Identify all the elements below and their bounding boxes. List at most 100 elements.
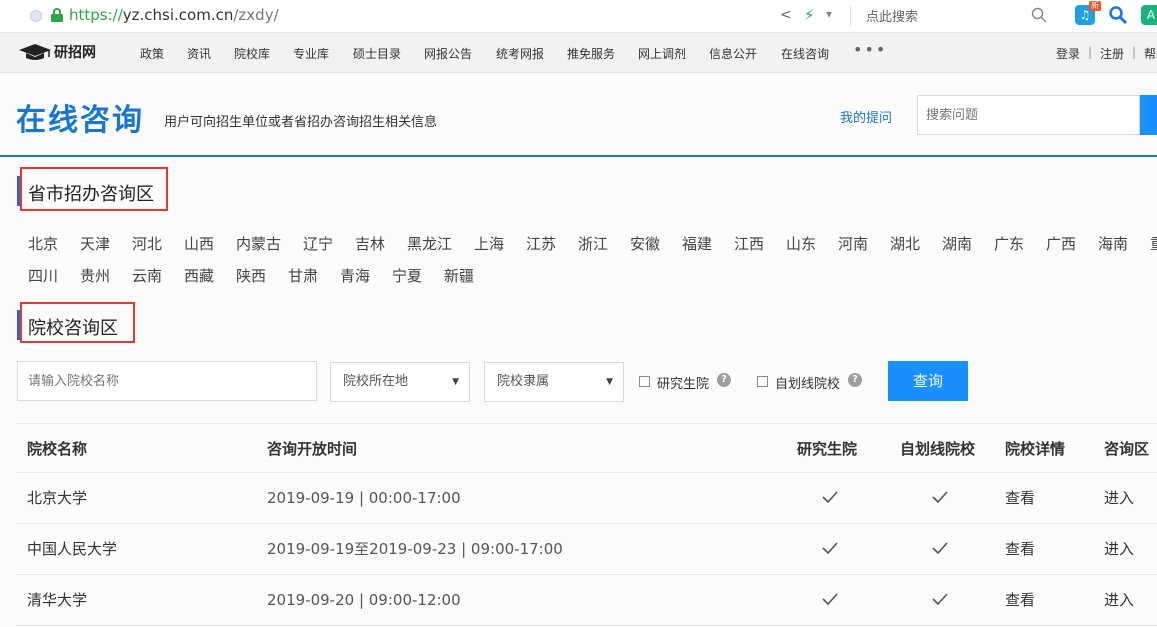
help-icon[interactable]: ?: [848, 373, 862, 387]
province-link[interactable]: 宁夏: [392, 265, 422, 286]
province-section-title: 省市招办咨询区: [28, 184, 154, 205]
check-icon: [822, 593, 838, 605]
self-line-checkbox[interactable]: [757, 376, 768, 387]
view-details-link[interactable]: 查看: [1005, 575, 1035, 625]
table-row: 北京大学 2019-09-19 | 00:00-17:00 查看 进入: [17, 473, 1157, 524]
lock-icon[interactable]: [51, 8, 63, 22]
school-name[interactable]: 中国人民大学: [27, 524, 117, 574]
check-icon: [822, 542, 838, 554]
affiliation-select[interactable]: 院校隶属 ▼: [484, 362, 624, 402]
help-icon[interactable]: ?: [717, 373, 731, 387]
province-link[interactable]: 云南: [132, 265, 162, 286]
province-link[interactable]: 江西: [734, 233, 764, 254]
province-link[interactable]: 广东: [994, 233, 1024, 254]
header-grad-school: 研究生院: [797, 440, 858, 458]
province-link[interactable]: 湖南: [942, 233, 972, 254]
nav-item-info-disclosure[interactable]: 信息公开: [709, 45, 757, 62]
province-link[interactable]: 海南: [1098, 233, 1128, 254]
province-link[interactable]: 辽宁: [303, 233, 333, 254]
my-questions-link[interactable]: 我的提问: [840, 107, 892, 126]
more-icon[interactable]: •••: [853, 40, 887, 59]
province-link[interactable]: 吉林: [355, 233, 385, 254]
province-link[interactable]: 福建: [682, 233, 712, 254]
translate-extension-icon[interactable]: A: [1141, 5, 1157, 25]
page-title: 在线咨询: [16, 103, 144, 138]
nav-item-adjustment[interactable]: 网上调剂: [638, 45, 686, 62]
search-icon[interactable]: [1031, 7, 1047, 23]
nav-item-online-consulting[interactable]: 在线咨询: [781, 45, 829, 62]
lightning-icon[interactable]: ⚡: [804, 6, 815, 24]
nav-item-master-catalog[interactable]: 硕士目录: [353, 45, 401, 62]
province-link[interactable]: 新疆: [444, 265, 474, 286]
graduation-cap-icon: [19, 44, 51, 60]
enter-zone-link[interactable]: 进入: [1104, 575, 1134, 625]
nav-item-news[interactable]: 资讯: [187, 45, 211, 62]
province-link[interactable]: 重庆: [1150, 233, 1157, 254]
enter-zone-link[interactable]: 进入: [1104, 473, 1134, 523]
province-link[interactable]: 河南: [838, 233, 868, 254]
province-link[interactable]: 安徽: [630, 233, 660, 254]
province-link[interactable]: 陕西: [236, 265, 266, 286]
school-name[interactable]: 北京大学: [27, 473, 87, 523]
extension-icon[interactable]: ♫ 新: [1075, 1, 1101, 25]
nav-item-registration-notice[interactable]: 网报公告: [424, 45, 472, 62]
site-logo[interactable]: 研招网: [18, 42, 96, 62]
province-link[interactable]: 广西: [1046, 233, 1076, 254]
page-subtitle: 用户可向招生单位或者省招办咨询招生相关信息: [164, 115, 438, 130]
check-icon: [822, 491, 838, 503]
grad-school-label: 研究生院: [657, 377, 710, 392]
dropdown-arrow-icon: ▼: [452, 377, 459, 387]
province-link[interactable]: 贵州: [80, 265, 110, 286]
nav-item-recommendation[interactable]: 推免服务: [567, 45, 615, 62]
province-link[interactable]: 山东: [786, 233, 816, 254]
open-time: 2019-09-19至2019-09-23 | 09:00-17:00: [267, 540, 563, 558]
province-link[interactable]: 内蒙古: [236, 233, 281, 254]
dropdown-arrow-icon: ▼: [606, 377, 613, 387]
header-zone: 咨询区: [1104, 440, 1150, 458]
question-search-button[interactable]: [1140, 95, 1157, 135]
search-extension-icon[interactable]: [1108, 5, 1128, 25]
help-link[interactable]: 帮助: [1144, 45, 1157, 62]
province-link[interactable]: 天津: [80, 233, 110, 254]
province-link[interactable]: 山西: [184, 233, 214, 254]
query-button[interactable]: 查询: [888, 361, 968, 401]
nav-item-school-library[interactable]: 院校库: [234, 45, 270, 62]
province-link[interactable]: 浙江: [578, 233, 608, 254]
province-link[interactable]: 黑龙江: [407, 233, 452, 254]
check-icon: [932, 491, 948, 503]
share-icon[interactable]: <: [780, 7, 792, 23]
nav-item-policy[interactable]: 政策: [140, 45, 164, 62]
register-link[interactable]: 注册: [1100, 45, 1124, 62]
province-link[interactable]: 上海: [474, 233, 504, 254]
school-name-input[interactable]: [17, 361, 317, 401]
province-link[interactable]: 青海: [340, 265, 370, 286]
province-link[interactable]: 甘肃: [288, 265, 318, 286]
login-link[interactable]: 登录: [1056, 45, 1080, 62]
view-details-link[interactable]: 查看: [1005, 524, 1035, 574]
open-time: 2019-09-20 | 09:00-12:00: [267, 591, 461, 609]
table-row: 清华大学 2019-09-20 | 09:00-12:00 查看 进入: [17, 575, 1157, 626]
browser-search-input[interactable]: 点此搜索: [866, 6, 918, 25]
logo-text: 研招网: [54, 45, 96, 61]
school-name[interactable]: 清华大学: [27, 575, 87, 625]
view-details-link[interactable]: 查看: [1005, 473, 1035, 523]
top-navigation: 研招网 政策 资讯 院校库 专业库 硕士目录 网报公告 统考网报 推免服务 网上…: [0, 33, 1157, 73]
table-body: 北京大学 2019-09-19 | 00:00-17:00 查看 进入 中国人民大学 20…: [17, 473, 1157, 626]
nav-item-exam-registration[interactable]: 统考网报: [496, 45, 544, 62]
province-link[interactable]: 河北: [132, 233, 162, 254]
location-select[interactable]: 院校所在地 ▼: [330, 362, 470, 402]
nav-item-major-library[interactable]: 专业库: [293, 45, 329, 62]
grad-school-checkbox[interactable]: [639, 376, 650, 387]
province-link[interactable]: 西藏: [184, 265, 214, 286]
province-link[interactable]: 湖北: [890, 233, 920, 254]
url-field[interactable]: https://yz.chsi.com.cn/zxdy/: [69, 6, 279, 24]
header-self-line: 自划线院校: [900, 440, 976, 458]
enter-zone-link[interactable]: 进入: [1104, 524, 1134, 574]
site-info-icon[interactable]: [30, 10, 42, 22]
chevron-down-icon[interactable]: ▾: [826, 7, 832, 21]
province-link[interactable]: 四川: [28, 265, 58, 286]
province-link[interactable]: 江苏: [526, 233, 556, 254]
province-link[interactable]: 北京: [28, 233, 58, 254]
question-search-input[interactable]: [917, 95, 1140, 135]
self-line-label: 自划线院校: [775, 377, 841, 392]
